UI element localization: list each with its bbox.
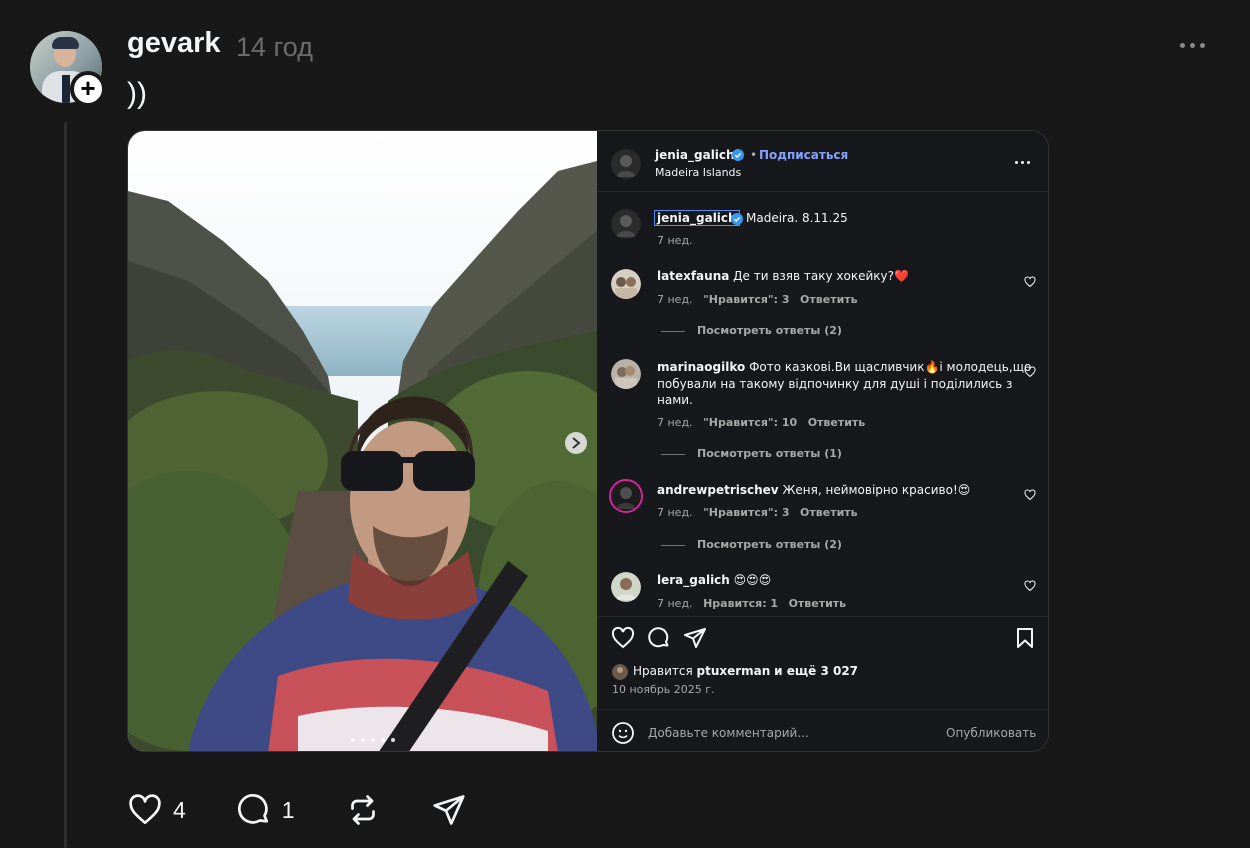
view-replies-1[interactable]: Посмотреть ответы (2) (661, 324, 842, 337)
instagram-comments-panel: jenia_galich • Подписаться Madeira Islan… (597, 131, 1048, 751)
post-date[interactable]: 10 ноябрь 2025 г. (612, 683, 715, 696)
comment-1-likes[interactable]: "Нравится": 3 (703, 293, 789, 306)
comment-3-username[interactable]: andrewpetrischev (657, 483, 779, 497)
commenter-avatar[interactable] (611, 572, 641, 602)
reply-button[interactable]: 1 (236, 792, 295, 828)
comment-1-reply-button[interactable]: Ответить (800, 293, 858, 306)
comment-input[interactable]: Добавьте комментарий... (648, 726, 809, 740)
post-timestamp[interactable]: 14 год (236, 32, 313, 63)
follow-plus-button[interactable]: + (70, 71, 106, 107)
share-button[interactable] (431, 792, 467, 828)
plus-icon: + (80, 73, 96, 103)
post-author-username[interactable]: gevark (127, 27, 221, 60)
liker-avatar[interactable] (612, 664, 628, 680)
dot-icon (1199, 42, 1205, 48)
comment-4-likes[interactable]: Нравится: 1 (703, 597, 778, 610)
comment-bubble-icon (237, 794, 268, 824)
comment-3-age[interactable]: 7 нед. (657, 506, 693, 519)
comment-2-text: marinaogilko Фото казкові.Ви щасливчик🔥і… (657, 360, 1031, 374)
caption-avatar[interactable] (611, 209, 641, 239)
comment-3-body: Женя, неймовірно красиво!😍 (782, 483, 971, 497)
comment-4-username[interactable]: lera_galich (657, 573, 730, 587)
dot-icon (1189, 42, 1195, 48)
comment-4-age[interactable]: 7 нед. (657, 597, 693, 610)
post-text: )) (127, 77, 147, 110)
reply-count: 1 (281, 796, 295, 823)
location-label[interactable]: Madeira Islands (655, 166, 741, 179)
publish-button[interactable]: Опубликовать (946, 726, 1036, 740)
comment-1-text: latexfauna Де ти взяв таку хокейку?❤️ (657, 269, 909, 283)
bookmark-icon[interactable] (1013, 626, 1037, 650)
verified-badge-icon (732, 149, 744, 161)
dot-icon (1179, 42, 1185, 48)
comment-4-reply-button[interactable]: Ответить (789, 597, 847, 610)
comment-1-meta: 7 нед. "Нравится": 3 Ответить (657, 293, 858, 306)
post-actions: 4 1 (127, 790, 507, 830)
comment-2-age[interactable]: 7 нед. (657, 416, 693, 429)
view-replies-2[interactable]: Посмотреть ответы (1) (661, 447, 842, 460)
comment-4-meta: 7 нед. Нравится: 1 Ответить (657, 597, 846, 610)
comment-2-body: Фото казкові.Ви щасливчик🔥і молодець,що (749, 360, 1032, 374)
comment-2-reply-button[interactable]: Ответить (808, 416, 866, 429)
share-send-icon[interactable] (683, 626, 707, 650)
comment-2-username[interactable]: marinaogilko (657, 360, 745, 374)
comment-4-text: lera_galich 😍😍😍 (657, 573, 771, 587)
like-heart-icon[interactable] (611, 626, 635, 650)
comment-bubble-icon[interactable] (647, 626, 671, 650)
like-button[interactable]: 4 (127, 792, 186, 828)
selfie-photo (128, 131, 597, 751)
likes-prefix: Нравится (633, 664, 693, 678)
heart-icon[interactable] (1024, 580, 1036, 592)
comment-2-body-line2: побували на такому відпочинку для душі і… (657, 377, 1013, 391)
view-replies-3[interactable]: Посмотреть ответы (2) (661, 538, 842, 551)
send-icon (432, 795, 465, 825)
heart-icon (129, 794, 161, 825)
likes-user[interactable]: ptuxerman (697, 664, 771, 678)
comment-3-reply-button[interactable]: Ответить (800, 506, 858, 519)
repost-icon (350, 795, 375, 825)
caption-text: Madeira. 8.11.25 (746, 211, 848, 225)
commenter-avatar-story[interactable] (609, 479, 643, 513)
comment-4-body: 😍😍😍 (733, 573, 772, 587)
dot-separator: • (750, 148, 758, 162)
comment-3-text: andrewpetrischev Женя, неймовірно красив… (657, 483, 970, 497)
caption-username[interactable]: jenia_galich (654, 210, 740, 226)
commenter-avatar[interactable] (611, 359, 641, 389)
repost-button[interactable] (345, 792, 381, 828)
commenter-avatar[interactable] (611, 269, 641, 299)
more-options-button[interactable] (1176, 34, 1208, 56)
verified-badge-icon (731, 213, 743, 225)
comment-3-likes[interactable]: "Нравится": 3 (703, 506, 789, 519)
heart-icon[interactable] (1024, 366, 1036, 378)
emoji-icon[interactable] (611, 721, 635, 745)
caption-age[interactable]: 7 нед. (657, 234, 693, 247)
like-count: 4 (173, 796, 186, 823)
post-image[interactable]: jenia_galich • Подписаться Madeira Islan… (127, 130, 1049, 752)
likes-rest[interactable]: и ещё 3 027 (774, 664, 858, 678)
likes-summary: Нравится ptuxerman и ещё 3 027 (633, 664, 858, 678)
account-avatar[interactable] (611, 149, 641, 179)
follow-link[interactable]: Подписаться (759, 148, 848, 162)
heart-icon[interactable] (1024, 276, 1036, 288)
header-username[interactable]: jenia_galich (655, 148, 735, 162)
comment-1-body: Де ти взяв таку хокейку?❤️ (733, 269, 909, 283)
comment-3-meta: 7 нед. "Нравится": 3 Ответить (657, 506, 858, 519)
comment-2-meta: 7 нед. "Нравится": 10 Ответить (657, 416, 865, 429)
comment-2-likes[interactable]: "Нравится": 10 (703, 416, 797, 429)
heart-icon[interactable] (1024, 489, 1036, 501)
comment-1-username[interactable]: latexfauna (657, 269, 729, 283)
comment-1-age[interactable]: 7 нед. (657, 293, 693, 306)
more-options-icon[interactable] (1015, 161, 1030, 164)
thread-line (64, 122, 67, 848)
comment-2-body-line3: нами. (657, 393, 693, 407)
